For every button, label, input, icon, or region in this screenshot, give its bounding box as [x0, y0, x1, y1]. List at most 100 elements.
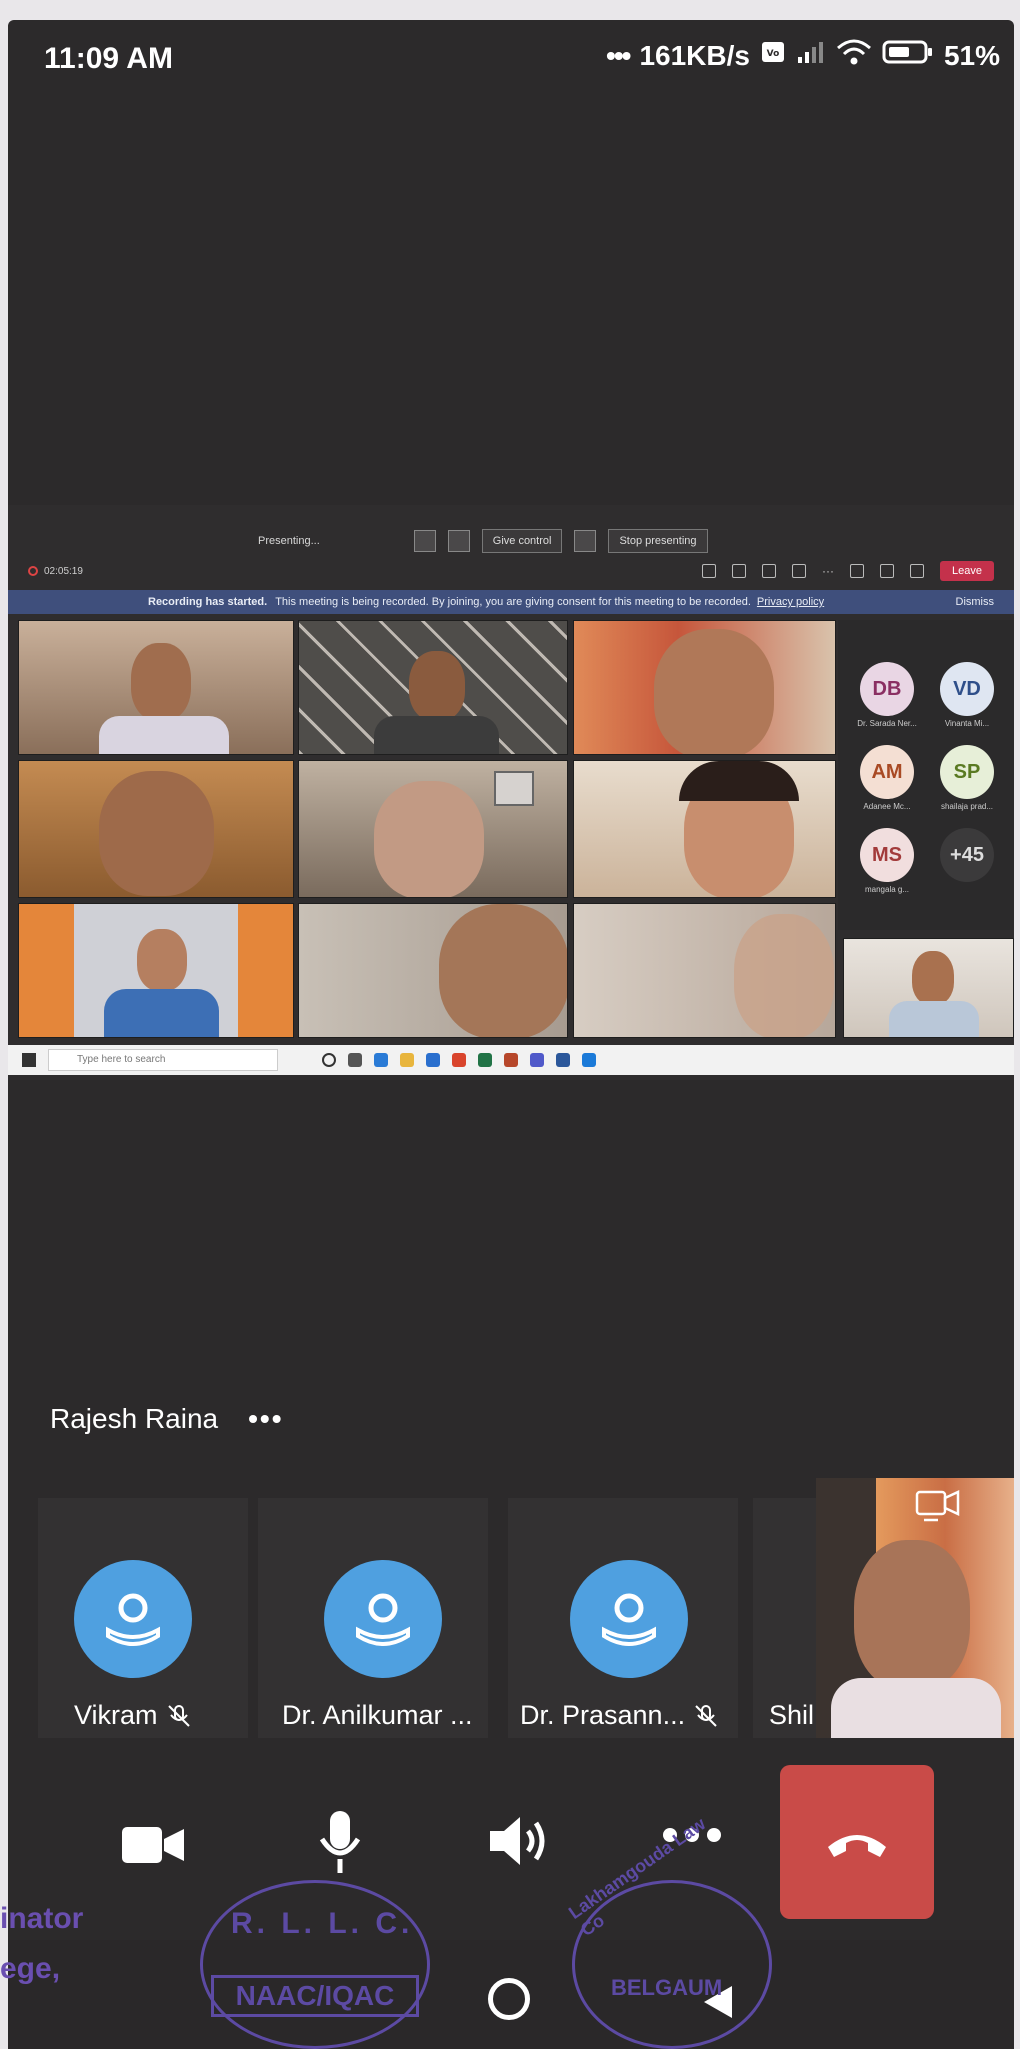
task-view-icon[interactable]: [348, 1053, 362, 1067]
video-tile: [298, 760, 568, 898]
more-options-icon[interactable]: •••: [248, 1403, 283, 1435]
avatar: [570, 1560, 688, 1678]
battery-icon: [882, 38, 934, 73]
avatar-label: Dr. Sarada Ner...: [857, 719, 917, 728]
self-video-preview[interactable]: [816, 1478, 1014, 1738]
windows-taskbar: Type here to search: [8, 1045, 1014, 1075]
more-actions-icon[interactable]: ···: [822, 564, 834, 578]
phone-screen: 11:09 AM ••• 161KB/s Vo 51% Presenting..…: [8, 20, 1014, 2049]
window-icon[interactable]: [413, 530, 436, 552]
powerpoint-icon[interactable]: [504, 1053, 518, 1067]
switch-camera-icon[interactable]: [914, 1486, 962, 1530]
video-camera-icon: [122, 1827, 184, 1863]
file-explorer-icon[interactable]: [400, 1053, 414, 1067]
include-audio-icon[interactable]: [574, 530, 597, 552]
video-tile: [18, 760, 294, 898]
participant-face: [734, 914, 834, 1037]
word-icon[interactable]: [556, 1053, 570, 1067]
video-grid: DB VD AM SP MS +45 Dr. Sarada Ner... Vin…: [8, 620, 1014, 1040]
speaker-toggle-button[interactable]: [486, 1813, 550, 1874]
mail-icon[interactable]: [426, 1053, 440, 1067]
seal-city: BELGAUM: [611, 1975, 723, 2000]
privacy-link[interactable]: Privacy policy: [757, 596, 824, 608]
stamp-text-line2: ege,: [0, 1952, 61, 1985]
hang-up-button[interactable]: [780, 1765, 934, 1919]
participant-face: [854, 1540, 970, 1690]
leave-button[interactable]: Leave: [940, 561, 994, 581]
recording-time: 02:05:19: [44, 565, 83, 577]
avatar[interactable]: MS: [860, 828, 914, 882]
svg-text:Vo: Vo: [767, 49, 780, 59]
avatar[interactable]: DB: [860, 662, 914, 716]
rooms-icon[interactable]: [792, 564, 807, 578]
microphone-icon: [319, 1811, 361, 1873]
video-tile: [573, 760, 836, 898]
participant-name: Dr. Anilkumar ...: [282, 1700, 473, 1731]
participant-tile[interactable]: Dr. Prasann...: [508, 1498, 738, 1738]
home-button[interactable]: [488, 1978, 530, 2020]
recording-indicator: 02:05:19: [28, 566, 83, 577]
camera-toggle-button[interactable]: [120, 1821, 186, 1874]
share-icon[interactable]: [910, 564, 925, 578]
participant-name: Shil: [769, 1700, 814, 1731]
participants-icon[interactable]: [702, 564, 717, 578]
participant-face: [99, 771, 214, 896]
participant-name: Vikram: [74, 1700, 192, 1731]
avatar: [324, 1560, 442, 1678]
windows-start-icon[interactable]: [22, 1053, 36, 1067]
recording-banner: Recording has started. This meeting is b…: [8, 590, 1014, 614]
participant-face: [912, 951, 954, 1005]
college-seal: R. L. L. C. NAAC/IQAC: [200, 1880, 430, 2049]
mic-muted-icon: [695, 1704, 717, 1727]
call-controls: [8, 1765, 1014, 1919]
chat-icon[interactable]: [732, 564, 747, 578]
mic-toggle-button[interactable]: [316, 1809, 364, 1880]
seal-text: R. L. L. C.: [231, 1907, 414, 1940]
give-control-button[interactable]: Give control: [481, 529, 563, 553]
participant-tile[interactable]: Shil: [753, 1498, 823, 1738]
stamp-text-line1: inator: [0, 1902, 84, 1935]
video-tile: [18, 903, 294, 1038]
avatar[interactable]: VD: [940, 662, 994, 716]
active-speaker-name: Rajesh Raina: [50, 1403, 219, 1434]
signal-icon: [796, 39, 826, 72]
edge-icon[interactable]: [374, 1053, 388, 1067]
record-icon: [28, 566, 38, 576]
participant-face: [439, 904, 567, 1037]
participant-avatars: DB VD AM SP MS +45 Dr. Sarada Ner... Vin…: [838, 620, 1014, 930]
participant-name-label: Vikram: [74, 1700, 158, 1730]
avatar-label: Vinanta Mi...: [944, 719, 990, 728]
teams-icon[interactable]: [530, 1053, 544, 1067]
banner-title: Recording has started.: [148, 596, 268, 608]
reactions-icon[interactable]: [762, 564, 777, 578]
presenting-label: Presenting...: [258, 535, 320, 547]
participant-face: [409, 651, 465, 721]
more-participants[interactable]: +45: [940, 828, 994, 882]
dismiss-button[interactable]: Dismiss: [956, 596, 995, 608]
video-tile: [298, 903, 568, 1038]
video-tile: [18, 620, 294, 755]
notification-dots-icon: •••: [606, 39, 631, 71]
video-tile: [573, 620, 836, 755]
seal-inner-text: NAAC/IQAC: [211, 1975, 419, 2017]
volte-icon: Vo: [760, 39, 786, 72]
taskbar-search-input[interactable]: Type here to search: [48, 1049, 278, 1071]
participant-name-label: Shil: [769, 1700, 815, 1730]
excel-icon[interactable]: [478, 1053, 492, 1067]
cortana-icon[interactable]: [322, 1053, 336, 1067]
participant-tile[interactable]: Vikram: [38, 1498, 248, 1738]
pin-icon[interactable]: [447, 530, 470, 552]
participant-tile[interactable]: Dr. Anilkumar ...: [258, 1498, 488, 1738]
avatar-label: mangala g...: [864, 885, 910, 894]
stop-presenting-button[interactable]: Stop presenting: [608, 529, 708, 553]
chrome-icon[interactable]: [452, 1053, 466, 1067]
participant-face: [137, 929, 187, 991]
video-tile: [298, 620, 568, 755]
mic-icon[interactable]: [880, 564, 895, 578]
camera-icon[interactable]: [850, 564, 865, 578]
avatar[interactable]: AM: [860, 745, 914, 799]
outlook-icon[interactable]: [582, 1053, 596, 1067]
avatar[interactable]: SP: [940, 745, 994, 799]
video-tile: [573, 903, 836, 1038]
meeting-tools: ··· Leave: [702, 561, 994, 581]
